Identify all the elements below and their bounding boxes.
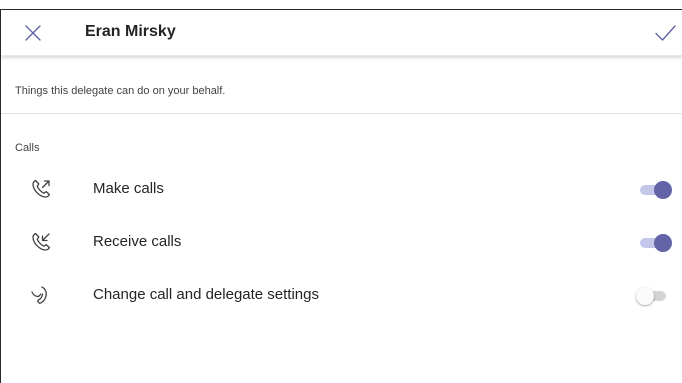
toggle-thumb — [636, 287, 654, 305]
close-button[interactable] — [21, 21, 45, 45]
change-settings-toggle[interactable] — [636, 286, 674, 306]
delegate-settings-panel: Eran Mirsky Things this delegate can do … — [0, 9, 682, 383]
outgoing-call-icon — [29, 177, 53, 201]
confirm-button[interactable] — [652, 21, 678, 45]
make-calls-toggle[interactable] — [638, 180, 674, 200]
checkmark-icon — [655, 25, 676, 41]
header-bar: Eran Mirsky — [1, 10, 682, 56]
receive-calls-toggle[interactable] — [638, 233, 674, 253]
call-settings-icon — [29, 283, 53, 307]
permission-label: Change call and delegate settings — [93, 286, 319, 303]
close-icon — [25, 25, 41, 41]
incoming-call-icon — [29, 230, 53, 254]
toggle-thumb — [654, 234, 672, 252]
divider — [1, 113, 682, 114]
page-title: Eran Mirsky — [85, 23, 176, 40]
permission-row-receive-calls: Receive calls — [1, 222, 682, 262]
permission-row-change-settings: Change call and delegate settings — [1, 275, 682, 315]
toggle-thumb — [654, 181, 672, 199]
section-label-calls: Calls — [15, 142, 40, 154]
delegate-description: Things this delegate can do on your beha… — [15, 85, 226, 97]
permission-label: Receive calls — [93, 233, 182, 250]
permission-label: Make calls — [93, 180, 164, 197]
permission-row-make-calls: Make calls — [1, 169, 682, 209]
